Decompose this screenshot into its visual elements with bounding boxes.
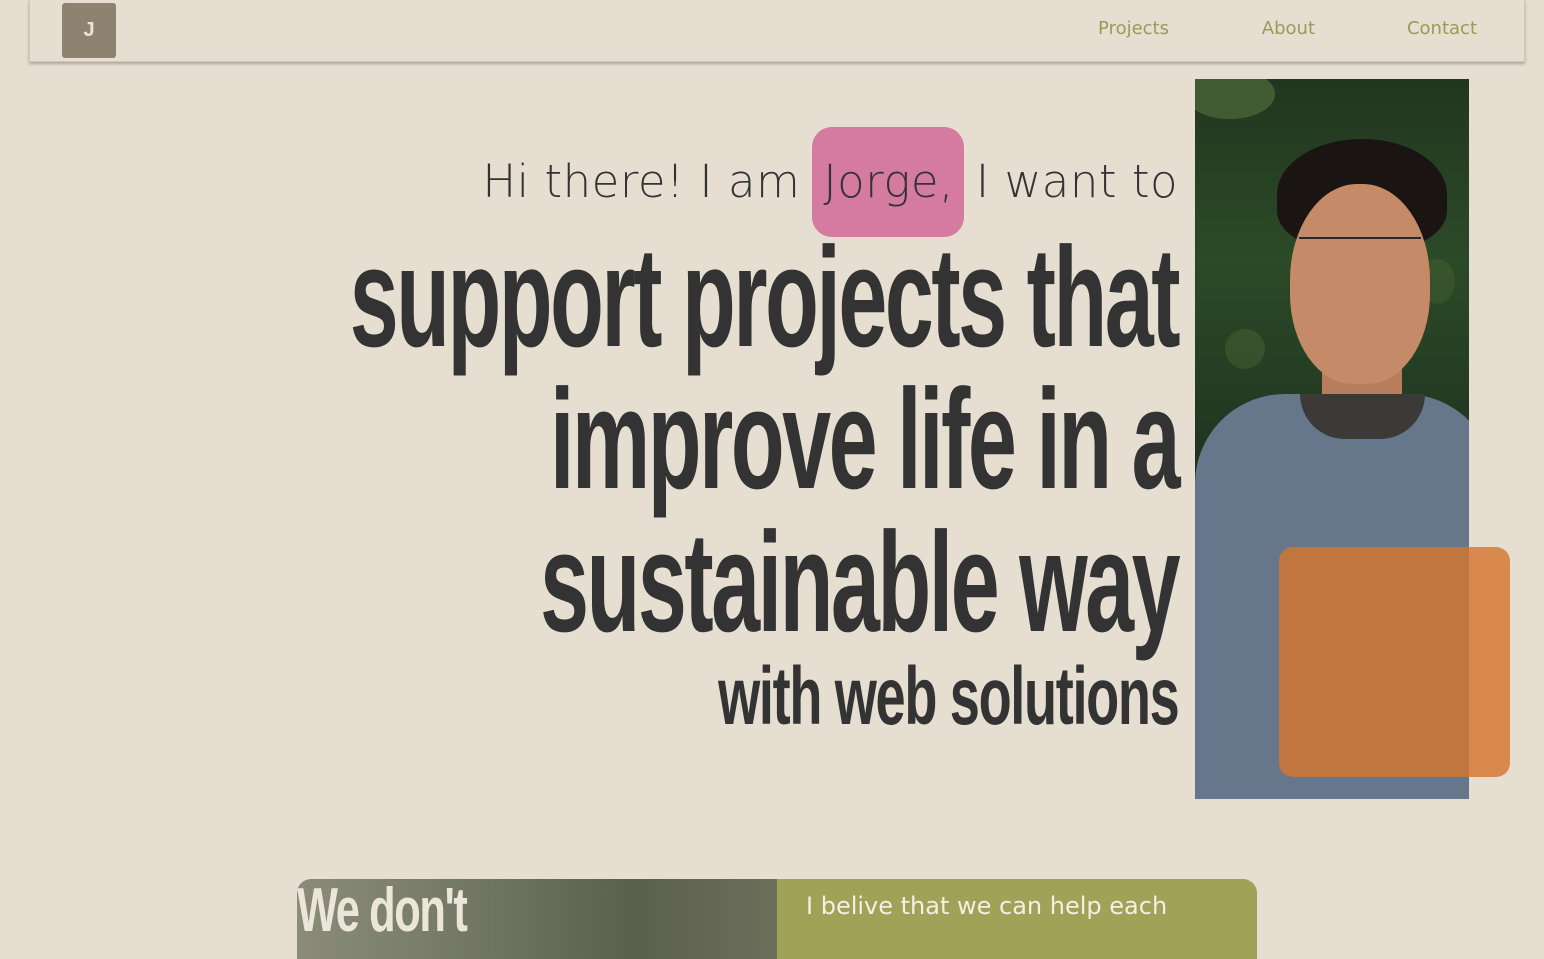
headline-line-1: support projects that [349,218,1181,377]
card-text: I belive that we can help each [806,892,1168,920]
nav-link-contact[interactable]: Contact [1407,18,1477,39]
subheadline: with web solutions [717,651,1180,742]
foliage [1195,79,1275,119]
portrait-face [1290,184,1430,384]
portrait-glasses [1299,237,1421,273]
headline-line-3: sustainable way [539,503,1181,662]
intro-before: Hi there! I am [482,155,801,208]
logo[interactable]: J [62,3,116,58]
logo-letter: J [83,19,95,41]
nav-link-projects[interactable]: Projects [1098,18,1169,39]
headline-line-2: improve life in a [549,360,1181,519]
navbar: J Projects About Contact [29,0,1525,62]
intro-card: We don't I belive that we can help each [297,879,1257,959]
nav-link-about[interactable]: About [1262,18,1315,39]
card-text-panel: I belive that we can help each [777,879,1257,959]
card-photo: We don't [297,879,777,959]
orange-accent-box [1279,547,1510,777]
foliage [1225,329,1265,369]
intro-after: I want to [975,155,1178,208]
